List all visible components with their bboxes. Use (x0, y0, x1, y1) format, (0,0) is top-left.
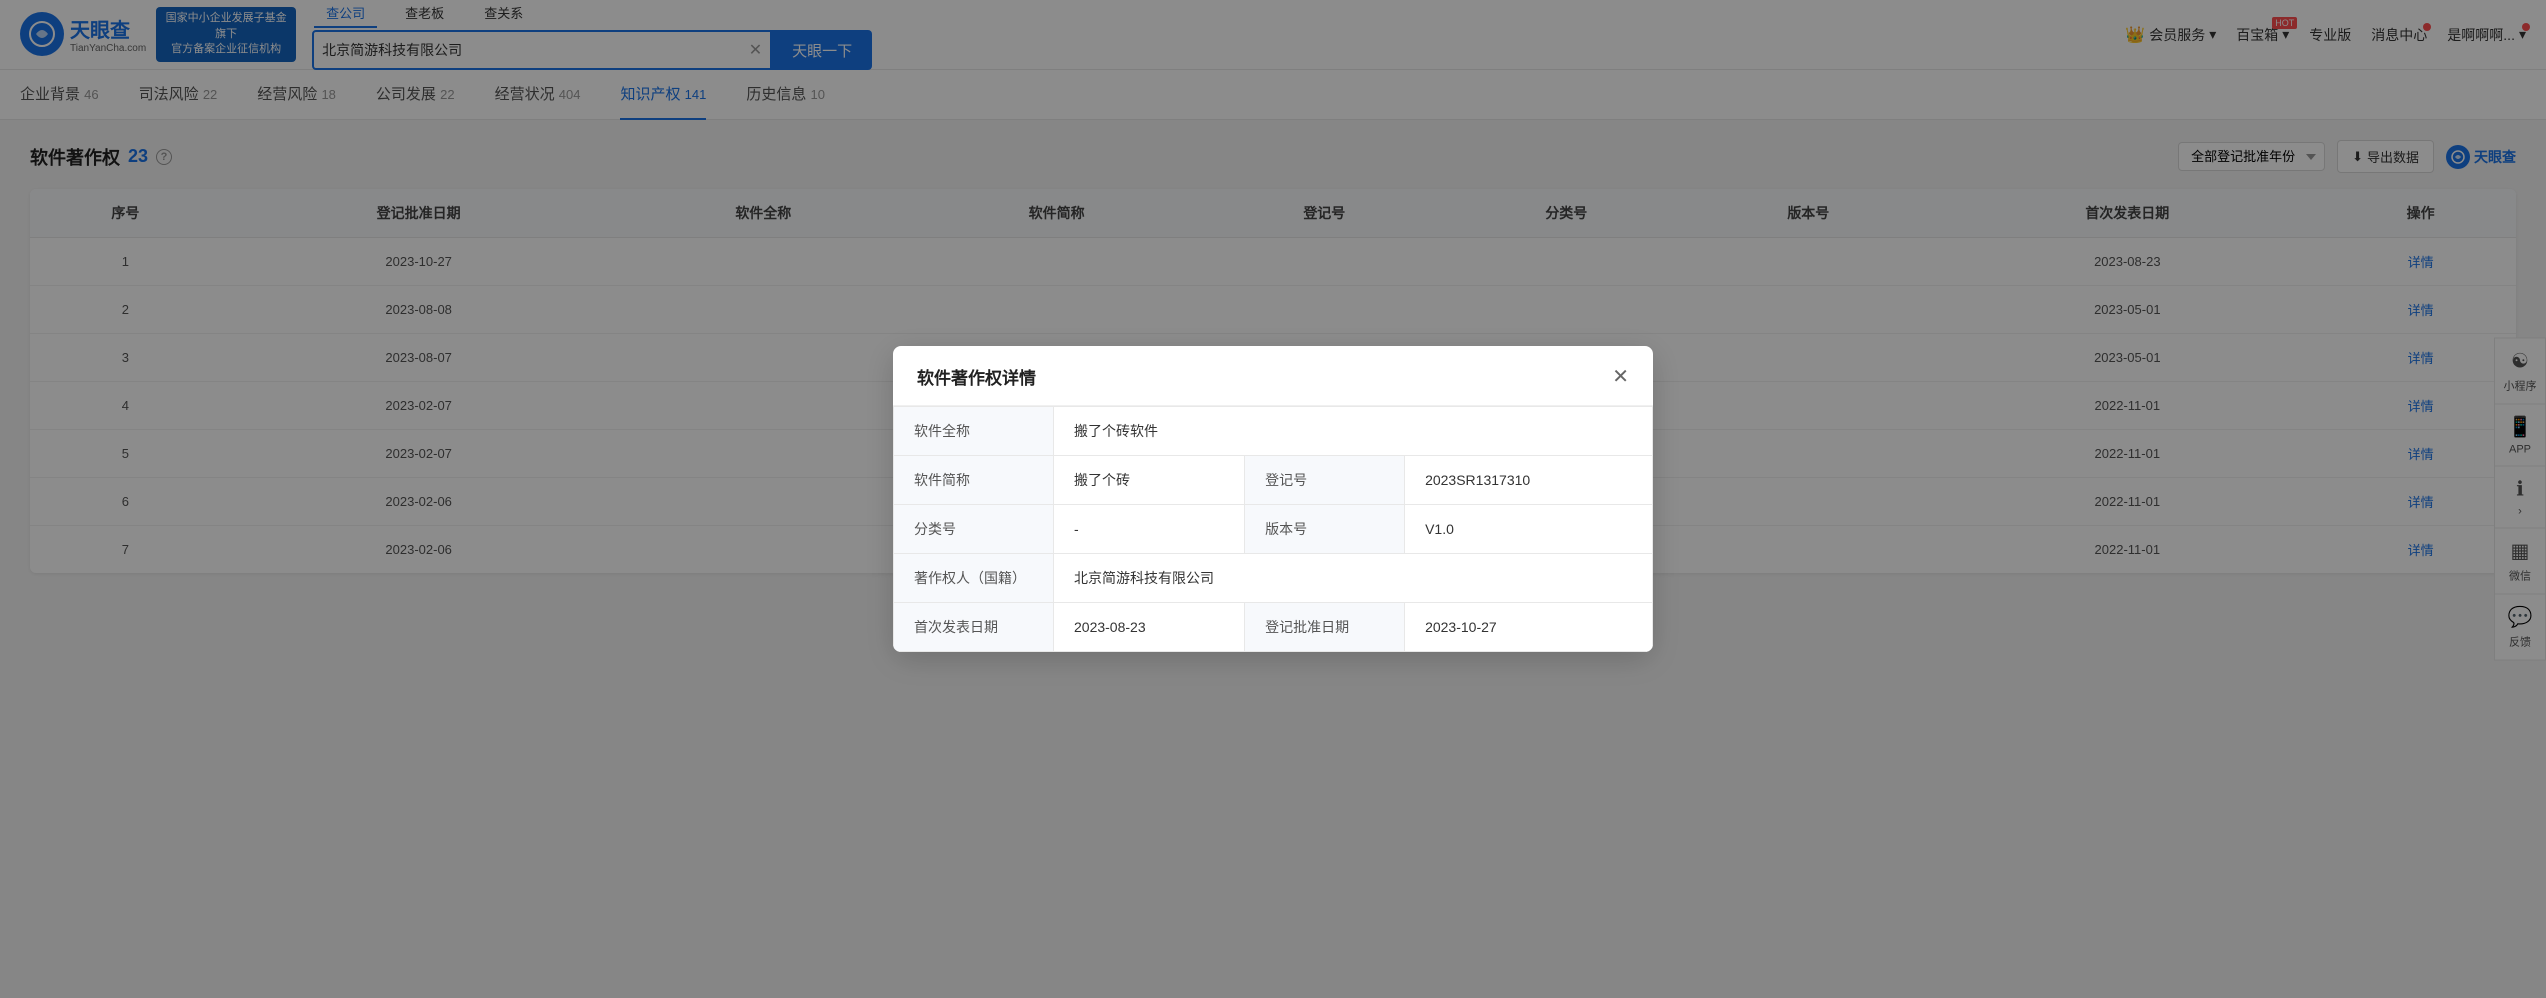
label-pubdate: 首次发表日期 (894, 603, 1054, 652)
label-fullname: 软件全称 (894, 407, 1054, 456)
modal-title: 软件著作权详情 (917, 364, 1036, 389)
value-pubdate: 2023-08-23 (1054, 603, 1245, 652)
value-shortname: 搬了个砖 (1054, 456, 1245, 505)
detail-modal: 软件著作权详情 ✕ 软件全称 搬了个砖软件 软件简称 搬了个砖 登记号 2023… (893, 346, 1653, 652)
value-copyright: 北京简游科技有限公司 (1054, 554, 1653, 603)
value-regdate: 2023-10-27 (1405, 603, 1653, 652)
label-regdate: 登记批准日期 (1245, 603, 1405, 652)
detail-row-dates: 首次发表日期 2023-08-23 登记批准日期 2023-10-27 (894, 603, 1653, 652)
modal-close-button[interactable]: ✕ (1612, 367, 1629, 387)
detail-table: 软件全称 搬了个砖软件 软件简称 搬了个砖 登记号 2023SR1317310 … (893, 406, 1653, 652)
detail-row-fullname: 软件全称 搬了个砖软件 (894, 407, 1653, 456)
value-fullname: 搬了个砖软件 (1054, 407, 1653, 456)
label-copyright: 著作权人（国籍） (894, 554, 1054, 603)
value-category: - (1054, 505, 1245, 554)
label-shortname: 软件简称 (894, 456, 1054, 505)
detail-row-category: 分类号 - 版本号 V1.0 (894, 505, 1653, 554)
label-version: 版本号 (1245, 505, 1405, 554)
modal-body: 软件全称 搬了个砖软件 软件简称 搬了个砖 登记号 2023SR1317310 … (893, 406, 1653, 652)
label-category: 分类号 (894, 505, 1054, 554)
modal-overlay[interactable]: 软件著作权详情 ✕ 软件全称 搬了个砖软件 软件简称 搬了个砖 登记号 2023… (0, 0, 2546, 998)
detail-row-copyright: 著作权人（国籍） 北京简游科技有限公司 (894, 554, 1653, 603)
value-regno: 2023SR1317310 (1405, 456, 1653, 505)
modal-header: 软件著作权详情 ✕ (893, 346, 1653, 406)
value-version: V1.0 (1405, 505, 1653, 554)
detail-row-shortname: 软件简称 搬了个砖 登记号 2023SR1317310 (894, 456, 1653, 505)
label-regno: 登记号 (1245, 456, 1405, 505)
